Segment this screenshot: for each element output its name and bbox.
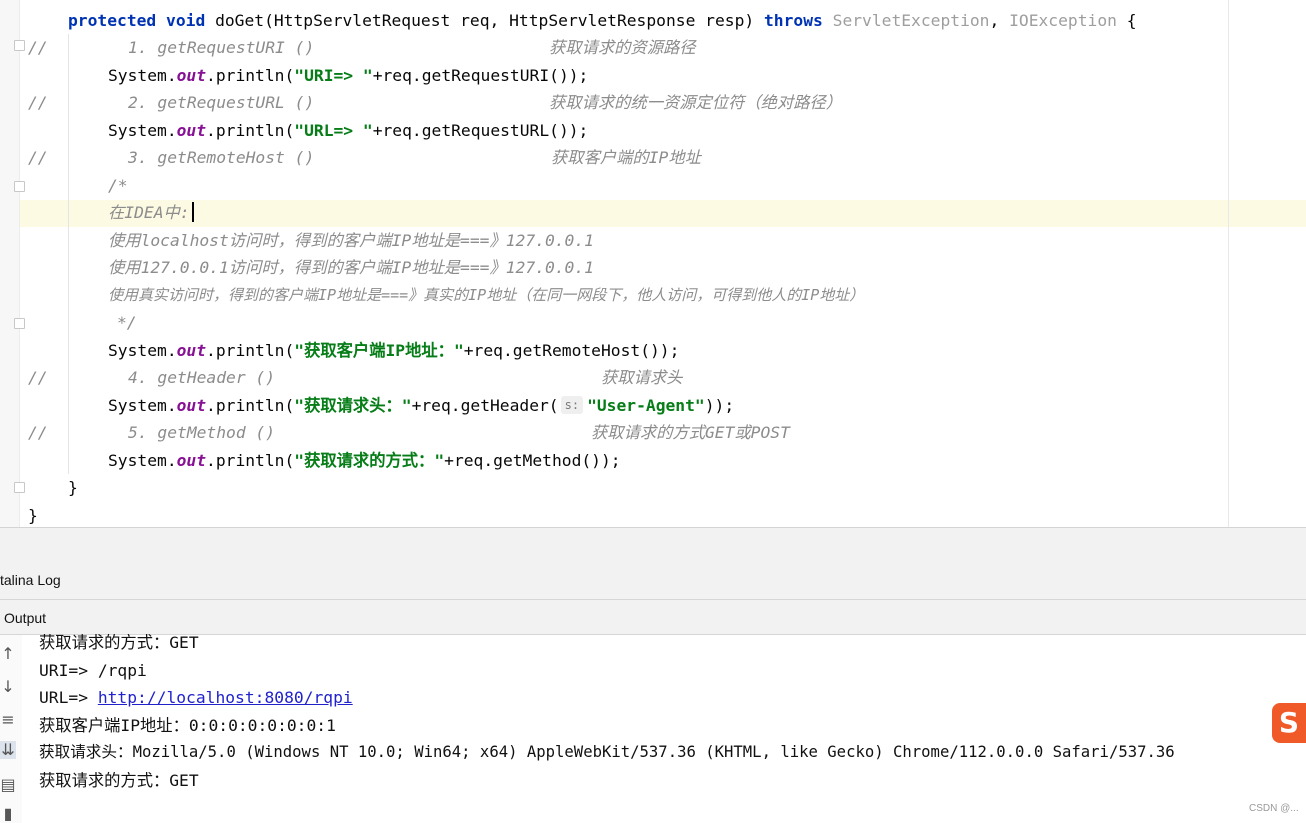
- exception-io: IOException: [1009, 11, 1117, 30]
- line-comment-text: 5. getMethod (): [128, 423, 276, 442]
- console-url-link[interactable]: http://localhost:8080/rqpi: [98, 688, 353, 707]
- method-close-brace: }: [68, 478, 78, 497]
- line-comment-desc: 获取客户端的IP地址: [551, 148, 701, 167]
- line-comment-text: 3. getRemoteHost (): [128, 148, 315, 167]
- console-line: 获取请求的方式：GET: [39, 771, 199, 790]
- code-system: System.: [108, 121, 177, 140]
- exception-servlet: ServletException: [832, 11, 990, 30]
- parameter-hint: s:: [560, 396, 584, 414]
- indent-guide: [68, 34, 69, 474]
- code-system: System.: [108, 341, 177, 360]
- line-comment-text: 1. getRequestURI (): [128, 38, 315, 57]
- sogou-logo[interactable]: S: [1272, 703, 1306, 743]
- code-call: +req.getHeader(: [411, 396, 559, 415]
- keyword-protected: protected: [68, 11, 157, 30]
- line-comment-desc: 获取请求的资源路径: [549, 38, 696, 57]
- line-comment-desc: 获取请求头: [601, 368, 683, 387]
- current-line-highlight: [0, 200, 1306, 227]
- code-string: "获取请求头：": [294, 396, 412, 415]
- code-string: "URI=> ": [294, 66, 373, 85]
- code-println: .println(: [206, 396, 295, 415]
- block-comment-line-caret[interactable]: 在IDEA中:: [108, 199, 194, 226]
- line-comment-desc: 获取请求的方式GET或POST: [591, 423, 790, 442]
- scroll-to-end-icon[interactable]: ⇊: [0, 741, 16, 759]
- code-call: +req.getRequestURI());: [372, 66, 589, 85]
- line-comment-slashes: //: [28, 368, 48, 387]
- console-line: URI=> /rqpi: [39, 661, 147, 680]
- print-icon[interactable]: ▤: [0, 776, 16, 794]
- code-system: System.: [108, 396, 177, 415]
- panel-toolbar-strip: [0, 527, 1306, 563]
- class-close-brace: }: [28, 506, 38, 525]
- arrow-up-icon[interactable]: ↑: [0, 645, 16, 663]
- comma: ,: [989, 11, 1010, 30]
- fold-icon[interactable]: [14, 482, 25, 493]
- fold-icon[interactable]: [14, 181, 25, 192]
- code-system: System.: [108, 451, 177, 470]
- soft-wrap-icon[interactable]: ≡: [0, 711, 16, 729]
- code-println: .println(: [206, 121, 295, 140]
- line-comment-text: 4. getHeader (): [128, 368, 276, 387]
- keyword-void: void: [166, 11, 206, 30]
- println-header-line[interactable]: System.out.println("获取请求头："+req.getHeade…: [108, 392, 734, 419]
- console-line: 获取请求的方式：GET: [39, 633, 199, 652]
- block-comment-open: /*: [108, 176, 128, 195]
- println-remotehost-line[interactable]: System.out.println("获取客户端IP地址："+req.getR…: [108, 337, 679, 364]
- text-caret: [191, 202, 194, 222]
- method-signature-line[interactable]: protected void doGet(HttpServletRequest …: [68, 7, 1137, 34]
- console-toolbar: ↑ ↓ ≡ ⇊ ▤ ▮: [0, 635, 22, 823]
- block-comment-text: 使用真实访问时，得到的客户端IP地址是===》真实的IP地址（在同一网段下，他人…: [108, 286, 865, 304]
- console-line: 获取客户端IP地址：0:0:0:0:0:0:0:1: [39, 716, 336, 735]
- code-call: +req.getMethod());: [444, 451, 621, 470]
- editor-gutter[interactable]: [0, 0, 20, 527]
- console-line: URL=> http://localhost:8080/rqpi: [39, 684, 353, 711]
- code-string: "获取请求的方式：": [294, 451, 445, 470]
- fold-icon[interactable]: [14, 318, 25, 329]
- line-comment-slashes: //: [28, 148, 48, 167]
- println-method-line[interactable]: System.out.println("获取请求的方式："+req.getMet…: [108, 447, 621, 474]
- code-string: "获取客户端IP地址：": [294, 341, 464, 360]
- code-call: ));: [704, 396, 735, 415]
- code-out-field: out: [176, 451, 207, 470]
- code-call: +req.getRemoteHost());: [463, 341, 680, 360]
- code-out-field: out: [176, 66, 207, 85]
- code-call: +req.getRequestURL());: [372, 121, 589, 140]
- line-comment-slashes: //: [28, 93, 48, 112]
- trash-icon[interactable]: ▮: [0, 805, 16, 823]
- watermark: CSDN @...: [1249, 803, 1299, 814]
- line-comment-text: 2. getRequestURL (): [128, 93, 315, 112]
- code-string: "URL=> ": [294, 121, 373, 140]
- code-system: System.: [108, 66, 177, 85]
- line-comment-slashes: //: [28, 423, 48, 442]
- block-comment-text: 在IDEA中:: [108, 203, 190, 222]
- code-editor[interactable]: protected void doGet(HttpServletRequest …: [0, 0, 1306, 527]
- println-uri-line[interactable]: System.out.println("URI=> "+req.getReque…: [108, 62, 588, 89]
- code-println: .println(: [206, 341, 295, 360]
- method-signature: doGet(HttpServletRequest req, HttpServle…: [205, 11, 764, 30]
- code-string: "User-Agent": [587, 396, 705, 415]
- block-comment-text: 使用127.0.0.1访问时，得到的客户端IP地址是===》127.0.0.1: [108, 258, 594, 277]
- code-out-field: out: [176, 341, 207, 360]
- line-comment-desc: 获取请求的统一资源定位符（绝对路径）: [549, 93, 843, 112]
- open-brace: {: [1116, 11, 1137, 30]
- block-comment-close: */: [117, 313, 137, 332]
- code-out-field: out: [176, 396, 207, 415]
- console-text: URL=>: [39, 688, 98, 707]
- tab-catalina-log[interactable]: talina Log: [0, 562, 61, 599]
- fold-icon[interactable]: [14, 40, 25, 51]
- block-comment-text: 使用localhost访问时，得到的客户端IP地址是===》127.0.0.1: [108, 231, 594, 250]
- println-url-line[interactable]: System.out.println("URL=> "+req.getReque…: [108, 117, 588, 144]
- right-margin-guide: [1228, 0, 1229, 527]
- code-println: .println(: [206, 451, 295, 470]
- code-out-field: out: [176, 121, 207, 140]
- line-comment-slashes: //: [28, 38, 48, 57]
- code-println: .println(: [206, 66, 295, 85]
- services-tab-row: talina Log: [0, 562, 1306, 600]
- arrow-down-icon[interactable]: ↓: [0, 678, 16, 696]
- keyword-throws: throws: [764, 11, 823, 30]
- console-line: 获取请求头：Mozilla/5.0 (Windows NT 10.0; Win6…: [39, 743, 1175, 761]
